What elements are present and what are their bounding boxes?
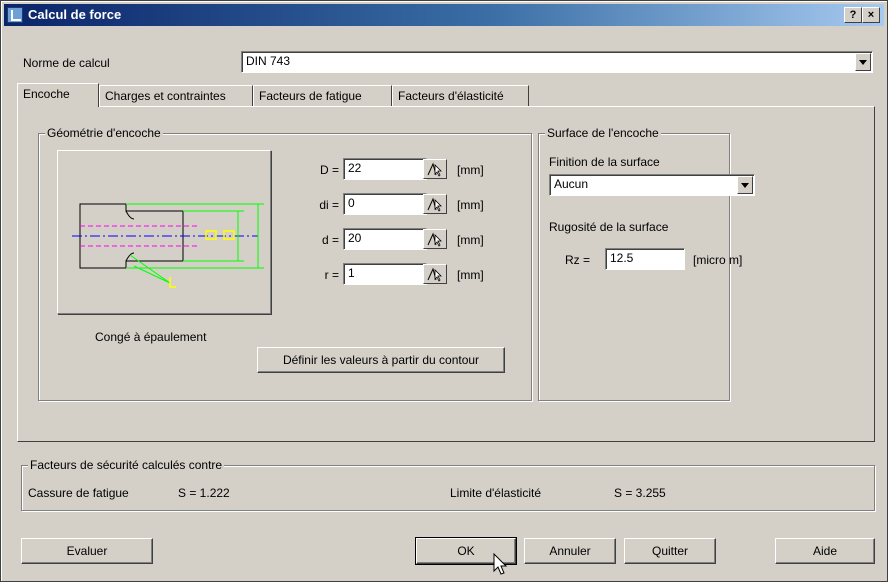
- help-title-button[interactable]: ?: [844, 7, 862, 23]
- fatigue-label: Cassure de fatigue: [28, 486, 129, 500]
- yield-value: S = 3.255: [614, 486, 666, 500]
- field-D-label: D =: [319, 163, 339, 177]
- norme-select[interactable]: DIN 743: [241, 51, 873, 73]
- pick-arrow-icon[interactable]: [423, 159, 447, 179]
- evaluate-button[interactable]: Evaluer: [21, 538, 153, 564]
- finish-value: Aucun: [554, 177, 589, 191]
- field-di-value: 0: [348, 196, 355, 210]
- field-di-label: di =: [319, 198, 339, 212]
- field-d-input[interactable]: 20: [343, 228, 427, 250]
- safety-factors-group: Facteurs de sécurité calculés contre Cas…: [21, 458, 875, 511]
- rz-input[interactable]: 12.5: [605, 248, 685, 270]
- define-from-contour-button[interactable]: Définir les valeurs à partir du contour: [257, 347, 505, 373]
- roughness-label: Rugosité de la surface: [549, 220, 669, 234]
- yield-label: Limite d'élasticité: [450, 486, 541, 500]
- title-bar[interactable]: Calcul de force ? ×: [4, 4, 884, 26]
- geometry-group: Géométrie d'encoche Congé à épaulement D…: [38, 126, 532, 401]
- pick-arrow-icon[interactable]: [423, 194, 447, 214]
- close-title-button[interactable]: ×: [862, 7, 880, 23]
- surface-group: Surface de l'encoche Finition de la surf…: [538, 126, 755, 401]
- field-r-input[interactable]: 1: [343, 263, 427, 285]
- field-D-input[interactable]: 22: [343, 158, 427, 180]
- rz-value: 12.5: [610, 251, 634, 265]
- pick-arrow-icon[interactable]: [423, 229, 447, 249]
- field-r-label: r =: [324, 268, 339, 282]
- window-title: Calcul de force: [28, 7, 122, 22]
- surface-title: Surface de l'encoche: [545, 126, 661, 140]
- field-di-input[interactable]: 0: [343, 193, 427, 215]
- field-D-value: 22: [348, 161, 362, 175]
- rz-unit: [micro m]: [693, 253, 743, 267]
- field-r-unit: [mm]: [457, 268, 484, 282]
- app-icon: [7, 7, 23, 23]
- geometry-title: Géométrie d'encoche: [45, 126, 163, 140]
- tab-fatigue[interactable]: Facteurs de fatigue: [253, 85, 392, 106]
- pick-arrow-icon[interactable]: [423, 264, 447, 284]
- field-d-label: d =: [321, 233, 339, 247]
- quit-button[interactable]: Quitter: [624, 538, 716, 564]
- mouse-cursor-icon: [493, 553, 508, 575]
- tab-elasticite[interactable]: Facteurs d'élasticité: [392, 85, 529, 106]
- field-d-value: 20: [348, 231, 362, 245]
- field-di-unit: [mm]: [457, 198, 484, 212]
- help-button[interactable]: Aide: [775, 538, 875, 564]
- chevron-down-icon[interactable]: [855, 53, 871, 71]
- shoulder-fillet-drawing: [72, 203, 264, 288]
- field-D-unit: [mm]: [457, 163, 484, 177]
- figure-caption: Congé à épaulement: [95, 330, 207, 344]
- tab-encoche[interactable]: Encoche: [17, 83, 99, 107]
- field-d-unit: [mm]: [457, 233, 484, 247]
- norme-label: Norme de calcul: [23, 56, 110, 70]
- rz-label: Rz =: [565, 253, 591, 267]
- tab-charges[interactable]: Charges et contraintes: [99, 85, 253, 106]
- finish-select[interactable]: Aucun: [549, 174, 755, 196]
- cancel-button[interactable]: Annuler: [524, 538, 616, 564]
- safety-title: Facteurs de sécurité calculés contre: [28, 458, 225, 472]
- fatigue-value: S = 1.222: [178, 486, 230, 500]
- tab-panel-encoche: Géométrie d'encoche Congé à épaulement D…: [17, 106, 875, 442]
- field-r-value: 1: [348, 266, 355, 280]
- notch-figure: [57, 150, 271, 314]
- chevron-down-icon[interactable]: [737, 176, 753, 194]
- norme-value: DIN 743: [246, 54, 291, 68]
- calc-force-dialog: Calcul de force ? × Norme de calcul DIN …: [0, 0, 888, 582]
- finish-label: Finition de la surface: [549, 155, 660, 169]
